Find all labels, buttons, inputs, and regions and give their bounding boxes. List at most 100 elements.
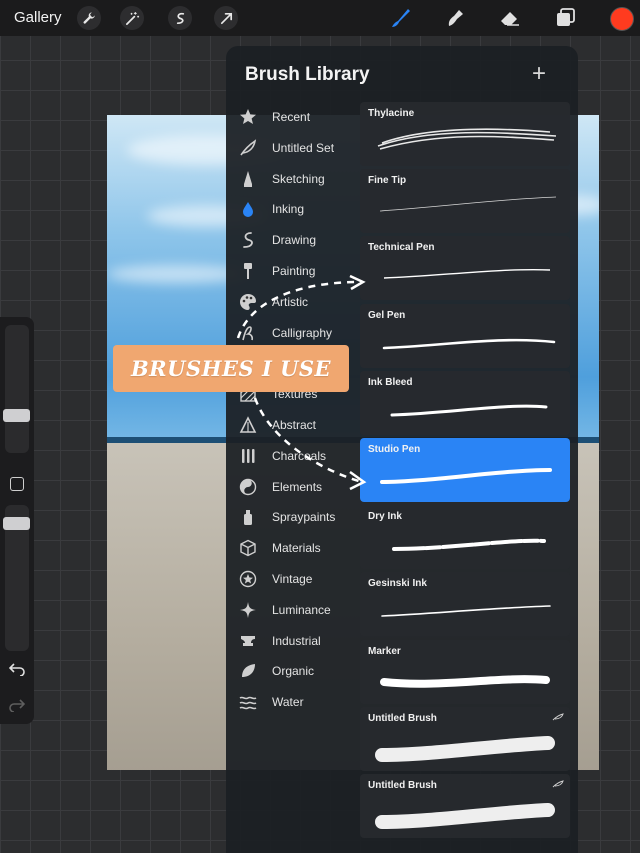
brush-item[interactable]: Marker [360,639,570,704]
waves-icon [238,692,258,712]
category-item[interactable]: Industrial [226,626,360,656]
brush-stroke-preview [375,803,555,829]
category-label: Charcoals [272,448,327,463]
star-icon [238,107,258,127]
calligraphy-icon [238,323,258,343]
brush-item[interactable]: Gel Pen [360,303,570,368]
pencil-tip-icon [238,169,258,189]
redo-icon[interactable] [9,698,25,712]
wrench-icon[interactable] [77,6,101,30]
brush-library-panel: Brush Library + Recent Untitled Set Sketch… [226,46,578,853]
brush-size-slider[interactable] [3,325,30,453]
panel-title: Brush Library [245,64,370,85]
top-toolbar: Gallery [0,0,640,36]
brush-name: Marker [368,645,401,657]
modify-button[interactable] [10,477,24,491]
opacity-thumb[interactable] [3,517,30,530]
brush-name: Ink Bleed [368,376,413,388]
category-item[interactable]: Spraypaints [226,502,360,532]
charcoal-icon [238,446,258,466]
sparkle-icon [238,600,258,620]
brush-name: Untitled Brush [368,712,437,724]
brush-item[interactable]: Studio Pen [360,438,570,502]
category-label: Untitled Set [272,140,335,155]
category-item[interactable]: Recent [226,102,360,132]
brush-stroke-preview [382,338,556,349]
category-label: Recent [272,110,311,124]
brush-item[interactable]: Fine Tip [360,169,570,234]
brush-size-thumb[interactable] [3,409,30,422]
selection-icon[interactable] [168,6,192,30]
category-item[interactable]: Elements [226,472,360,502]
category-label: Calligraphy [272,325,333,340]
brush-item[interactable]: Untitled Brush [360,706,570,771]
category-label: Materials [272,541,321,556]
category-label: Painting [272,264,316,278]
category-label: Inking [272,202,305,217]
brush-name: Fine Tip [368,175,407,187]
feather-icon [552,713,564,721]
brush-name: Gel Pen [368,309,406,321]
smudge-icon[interactable] [443,6,467,30]
category-item[interactable]: Untitled Set [226,133,360,163]
brush-item[interactable]: Thylacine [360,102,570,166]
category-label: Sketching [272,171,325,186]
brush-item[interactable]: Dry Ink [360,505,570,570]
category-item[interactable]: Charcoals [226,441,360,471]
brush-name: Untitled Brush [368,780,437,791]
brush-stroke-preview [392,538,546,552]
layers-icon[interactable] [554,6,578,30]
category-item[interactable]: Vintage [226,564,360,594]
ink-drop-icon [238,199,258,219]
brush-name: Dry Ink [368,511,402,523]
brush-name: Gesinski Ink [368,578,427,590]
brush-name: Studio Pen [368,444,421,455]
brush-name: Thylacine [368,108,415,119]
plus-icon[interactable]: + [532,62,546,86]
transform-arrow-icon[interactable] [214,6,238,30]
banner-text: BRUSHES I USE [130,356,332,381]
undo-icon[interactable] [9,662,25,676]
brush-item[interactable]: Technical Pen [360,236,570,301]
category-label: Artistic [272,294,308,309]
category-item[interactable]: Abstract [226,410,360,440]
category-label: Organic [272,664,315,679]
feather-icon [238,138,258,158]
opacity-slider[interactable] [3,505,30,651]
brush-item[interactable]: Untitled Brush [360,774,570,838]
category-item[interactable]: Painting [226,256,360,286]
category-label: Industrial [272,633,321,648]
brush-item[interactable]: Ink Bleed [360,370,570,435]
brush-stroke-preview [380,674,550,688]
cube-icon [238,538,258,558]
anvil-icon [238,631,258,651]
category-item[interactable]: Water [226,687,360,717]
brush-stroke-preview [375,735,555,762]
category-item[interactable]: Drawing [226,225,360,255]
brush-name: Technical Pen [368,242,435,254]
category-label: Vintage [272,572,313,586]
gallery-button[interactable]: Gallery [14,9,62,26]
leaf-icon [238,661,258,681]
category-label: Spraypaints [272,510,336,525]
category-item[interactable]: Artistic [226,287,360,317]
category-label: Water [272,695,304,710]
category-item[interactable]: Materials [226,533,360,563]
left-sidebar [0,317,34,724]
category-item[interactable]: Inking [226,194,360,224]
palette-icon [238,292,258,312]
category-item[interactable]: Sketching [226,164,360,194]
brush-stroke-preview [381,605,551,618]
brush-icon[interactable] [388,6,412,30]
eraser-icon[interactable] [498,6,522,30]
category-item[interactable]: Organic [226,656,360,686]
color-picker-button[interactable] [610,7,634,31]
brush-stroke-preview [383,269,551,280]
brush-stroke-preview [380,468,552,484]
magic-wand-icon[interactable] [120,6,144,30]
brushes-banner: BRUSHES I USE [113,345,349,392]
brush-item[interactable]: Gesinski Ink [360,572,570,637]
category-item[interactable]: Calligraphy [226,318,360,348]
category-item[interactable]: Luminance [226,595,360,625]
spray-can-icon [238,507,258,527]
